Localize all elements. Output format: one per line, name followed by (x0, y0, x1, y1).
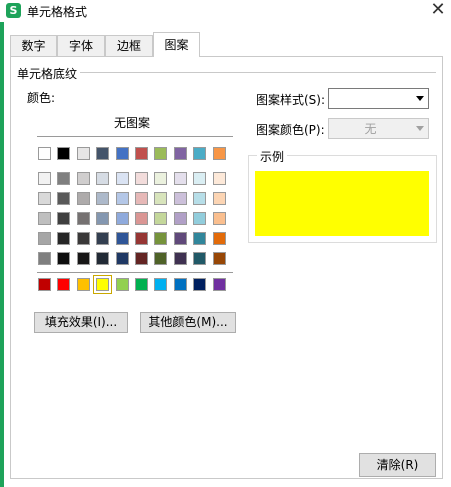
standard-swatch-4[interactable] (93, 275, 112, 294)
shade-4-swatch-2[interactable] (57, 232, 70, 245)
shade-1-swatch-4[interactable] (96, 172, 109, 185)
shade-4-swatch-4[interactable] (96, 232, 109, 245)
shade-1-swatch-1[interactable] (38, 172, 51, 185)
pattern-style-label: 图案样式(S): (256, 93, 326, 107)
theme-swatch-9[interactable] (193, 147, 206, 160)
more-colors-button[interactable]: 其他颜色(M)... (140, 312, 236, 333)
theme-swatch-2[interactable] (57, 147, 70, 160)
shade-5-swatch-10[interactable] (213, 252, 226, 265)
pattern-style-select[interactable] (328, 88, 429, 109)
shade-4-swatch-10[interactable] (213, 232, 226, 245)
shade-2-swatch-9[interactable] (193, 192, 206, 205)
pattern-color-select[interactable]: 无 (328, 118, 429, 139)
standard-swatch-10[interactable] (213, 278, 226, 291)
shade-5-swatch-5[interactable] (116, 252, 129, 265)
standard-swatch-9[interactable] (193, 278, 206, 291)
shade-2-swatch-2[interactable] (57, 192, 70, 205)
shade-5-swatch-9[interactable] (193, 252, 206, 265)
tab-font[interactable]: 字体 (57, 35, 105, 56)
sample-preview (255, 171, 429, 236)
shade-5-swatch-8[interactable] (174, 252, 187, 265)
shade-1-swatch-2[interactable] (57, 172, 70, 185)
tab-pattern[interactable]: 图案 (153, 32, 200, 57)
shade-1-swatch-8[interactable] (174, 172, 187, 185)
shade-3-swatch-1[interactable] (38, 212, 51, 225)
standard-swatch-1[interactable] (38, 278, 51, 291)
shade-4-swatch-1[interactable] (38, 232, 51, 245)
standard-swatch-6[interactable] (135, 278, 148, 291)
app-logo-icon: S (6, 3, 21, 18)
standard-swatch-2[interactable] (57, 278, 70, 291)
shade-5-swatch-6[interactable] (135, 252, 148, 265)
shade-5-swatch-7[interactable] (154, 252, 167, 265)
chevron-down-icon (416, 126, 424, 131)
standard-swatch-5[interactable] (116, 278, 129, 291)
standard-swatch-7[interactable] (154, 278, 167, 291)
dialog-title: 单元格格式 (27, 5, 88, 19)
theme-swatch-5[interactable] (116, 147, 129, 160)
shade-3-swatch-10[interactable] (213, 212, 226, 225)
shade-1-swatch-3[interactable] (77, 172, 90, 185)
theme-swatch-6[interactable] (135, 147, 148, 160)
close-icon[interactable]: ✕ (430, 0, 446, 20)
section-title: 单元格底纹 (17, 65, 82, 82)
shade-1-swatch-10[interactable] (213, 172, 226, 185)
shade-3-swatch-7[interactable] (154, 212, 167, 225)
color-label: 颜色: (27, 91, 56, 105)
theme-swatch-1[interactable] (38, 147, 51, 160)
shade-3-swatch-4[interactable] (96, 212, 109, 225)
window-edge (0, 22, 4, 487)
shade-4-swatch-6[interactable] (135, 232, 148, 245)
tab-number[interactable]: 数字 (10, 35, 57, 56)
pattern-color-label: 图案颜色(P): (256, 123, 325, 137)
fill-effects-button[interactable]: 填充效果(I)... (34, 312, 128, 333)
shade-4-swatch-9[interactable] (193, 232, 206, 245)
theme-swatch-7[interactable] (154, 147, 167, 160)
standard-swatch-3[interactable] (77, 278, 90, 291)
palette-divider-top (37, 136, 233, 137)
shade-3-swatch-3[interactable] (77, 212, 90, 225)
theme-swatch-4[interactable] (96, 147, 109, 160)
theme-swatch-10[interactable] (213, 147, 226, 160)
shade-5-swatch-1[interactable] (38, 252, 51, 265)
shade-4-swatch-5[interactable] (116, 232, 129, 245)
shade-3-swatch-5[interactable] (116, 212, 129, 225)
shade-2-swatch-3[interactable] (77, 192, 90, 205)
shade-3-swatch-8[interactable] (174, 212, 187, 225)
shade-1-swatch-7[interactable] (154, 172, 167, 185)
theme-swatch-8[interactable] (174, 147, 187, 160)
shade-3-swatch-6[interactable] (135, 212, 148, 225)
shade-5-swatch-4[interactable] (96, 252, 109, 265)
shade-4-swatch-7[interactable] (154, 232, 167, 245)
shade-5-swatch-3[interactable] (77, 252, 90, 265)
shade-2-swatch-1[interactable] (38, 192, 51, 205)
tab-border[interactable]: 边框 (105, 35, 153, 56)
shade-2-swatch-5[interactable] (116, 192, 129, 205)
clear-button[interactable]: 清除(R) (359, 453, 436, 477)
sample-label: 示例 (257, 148, 288, 165)
chevron-down-icon (416, 96, 424, 101)
shade-5-swatch-2[interactable] (57, 252, 70, 265)
no-pattern-option[interactable]: 无图案 (114, 114, 150, 131)
shade-3-swatch-9[interactable] (193, 212, 206, 225)
shade-4-swatch-8[interactable] (174, 232, 187, 245)
shade-4-swatch-3[interactable] (77, 232, 90, 245)
pattern-color-value: 无 (364, 122, 377, 136)
theme-swatch-3[interactable] (77, 147, 90, 160)
section-divider (80, 72, 436, 73)
shade-1-swatch-9[interactable] (193, 172, 206, 185)
shade-1-swatch-5[interactable] (116, 172, 129, 185)
shade-2-swatch-7[interactable] (154, 192, 167, 205)
shade-2-swatch-6[interactable] (135, 192, 148, 205)
shade-2-swatch-8[interactable] (174, 192, 187, 205)
shade-2-swatch-10[interactable] (213, 192, 226, 205)
shade-3-swatch-2[interactable] (57, 212, 70, 225)
shade-1-swatch-6[interactable] (135, 172, 148, 185)
title-bar: S 单元格格式 ✕ (0, 0, 451, 22)
palette-divider-bottom (37, 272, 233, 273)
shade-2-swatch-4[interactable] (96, 192, 109, 205)
standard-swatch-8[interactable] (174, 278, 187, 291)
